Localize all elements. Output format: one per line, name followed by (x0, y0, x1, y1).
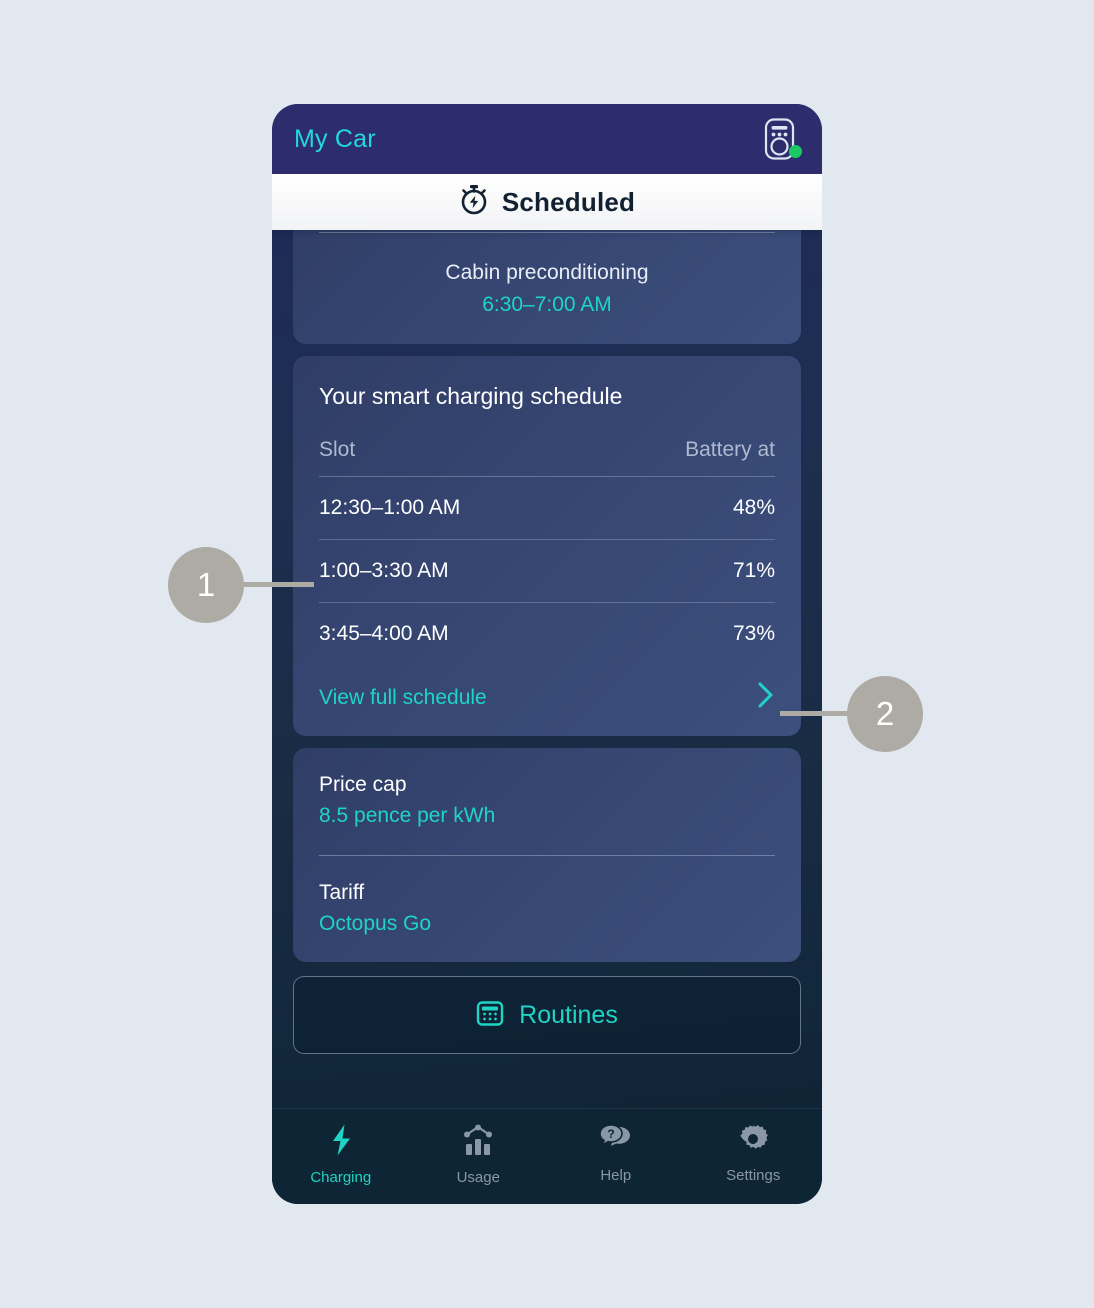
calendar-icon (476, 999, 504, 1032)
app-header: My Car (272, 104, 822, 174)
nav-label-help: Help (600, 1167, 632, 1184)
schedule-card-heading: Your smart charging schedule (319, 383, 623, 409)
table-row[interactable]: 12:30–1:00 AM 48% (319, 477, 775, 540)
phone-frame: My Car Scheduled Cabin preconditioning 6… (272, 104, 822, 1204)
callout-leader-line-2 (780, 711, 852, 716)
tab-scheduled-label: Scheduled (501, 186, 636, 217)
column-header-slot: Slot (319, 438, 356, 461)
nav-label-settings: Settings (726, 1167, 781, 1184)
svg-text:?: ? (607, 1127, 614, 1141)
nav-item-help[interactable]: ? Help (547, 1123, 685, 1184)
lightning-bolt-icon (326, 1123, 356, 1162)
cabin-preconditioning-card[interactable]: Cabin preconditioning 6:30–7:00 AM (293, 212, 801, 344)
cabin-preconditioning-time: 6:30–7:00 AM (482, 293, 612, 316)
slot-battery: 48% (732, 496, 775, 519)
slot-time: 12:30–1:00 AM (319, 496, 461, 519)
price-cap-label: Price cap (319, 773, 407, 796)
price-cap-value: 8.5 pence per kWh (319, 804, 496, 827)
table-row[interactable]: 3:45–4:00 AM 73% (319, 603, 775, 665)
callout-leader-line-1 (242, 582, 314, 587)
screen-scroll-body[interactable]: Cabin preconditioning 6:30–7:00 AM Your … (272, 212, 822, 1186)
smart-charging-schedule-card: Your smart charging schedule Slot Batter… (293, 356, 801, 736)
gear-icon (737, 1123, 769, 1160)
bottom-nav: Charging Usage ? Help Settings (272, 1108, 822, 1204)
tariff-card: Price cap 8.5 pence per kWh Tariff Octop… (293, 748, 801, 962)
charger-status-dot (789, 145, 802, 158)
cabin-preconditioning-title: Cabin preconditioning (445, 261, 649, 284)
nav-label-charging: Charging (310, 1169, 372, 1186)
schedule-table-header: Slot Battery at (319, 438, 775, 477)
nav-item-charging[interactable]: Charging (272, 1123, 410, 1186)
column-header-battery: Battery at (685, 438, 775, 461)
slot-battery: 71% (732, 559, 775, 582)
slot-time: 3:45–4:00 AM (319, 622, 449, 645)
ev-charger-icon[interactable] (760, 117, 802, 161)
help-chat-icon: ? (598, 1123, 633, 1160)
nav-item-settings[interactable]: Settings (685, 1123, 823, 1184)
tab-scheduled[interactable]: Scheduled (272, 174, 822, 230)
divider (319, 855, 775, 856)
routines-button[interactable]: Routines (293, 976, 801, 1054)
view-full-schedule-label: View full schedule (319, 685, 487, 709)
tariff-value: Octopus Go (319, 912, 432, 935)
routines-label: Routines (519, 1000, 618, 1029)
callout-marker-1: 1 (168, 547, 244, 623)
view-full-schedule-link[interactable]: View full schedule (319, 681, 775, 714)
nav-item-usage[interactable]: Usage (410, 1123, 548, 1186)
divider (319, 232, 775, 233)
callout-marker-2: 2 (847, 676, 923, 752)
tariff-label: Tariff (319, 881, 365, 904)
bar-chart-icon (462, 1123, 494, 1162)
page-title: My Car (294, 124, 376, 153)
slot-time: 1:00–3:30 AM (319, 559, 449, 582)
stopwatch-bolt-icon (459, 184, 489, 220)
nav-label-usage: Usage (456, 1169, 500, 1186)
slot-battery: 73% (732, 622, 775, 645)
chevron-right-icon[interactable] (757, 681, 775, 714)
table-row[interactable]: 1:00–3:30 AM 71% (319, 540, 775, 603)
